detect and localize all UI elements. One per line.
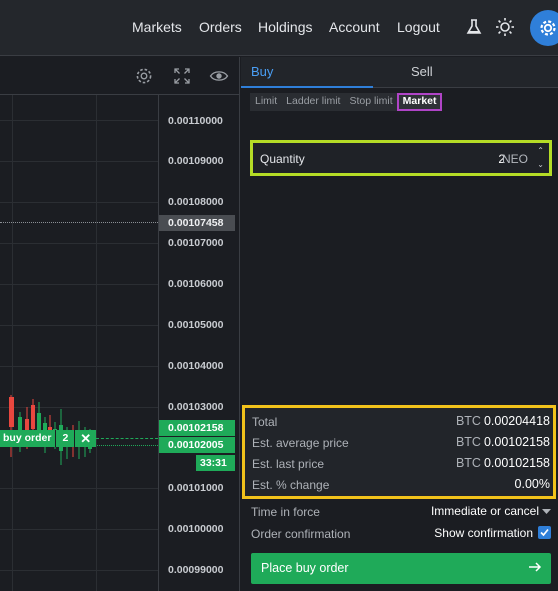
order-summary: Total BTC 0.00204418 Est. average price B…	[242, 405, 556, 499]
place-order-label: Place buy order	[261, 561, 349, 575]
y-tick-label: 0.00109000	[168, 155, 224, 167]
price-axis-divider	[158, 95, 159, 591]
summary-row-change: Est. % change 0.00%	[252, 475, 550, 495]
candle-countdown: 33:31	[196, 455, 235, 471]
summary-label: Est. % change	[252, 478, 330, 492]
grid-line	[0, 243, 158, 244]
buy-order-label[interactable]: buy order 2 ✕	[0, 430, 97, 447]
currency-code: BTC	[455, 414, 481, 428]
order-type-tabs: Limit Ladder limit Stop limit Market	[250, 93, 442, 111]
grid-line	[0, 284, 158, 285]
y-tick-label: 0.00101000	[168, 482, 224, 494]
summary-value: 0.00%	[515, 477, 550, 491]
y-tick-label: 0.00107000	[168, 237, 224, 249]
top-navigation: Markets Orders Holdings Account Logout	[0, 0, 558, 56]
y-tick-label: 0.00099000	[168, 564, 224, 576]
show-confirmation-checkbox[interactable]	[538, 526, 551, 539]
price-tag-current: 0.00102005	[159, 437, 235, 453]
tab-buy[interactable]: Buy	[241, 57, 373, 88]
time-in-force-select[interactable]: Immediate or cancel	[431, 504, 539, 518]
grid-line	[0, 202, 158, 203]
summary-value: BTC 0.00102158	[456, 435, 550, 449]
y-tick-label: 0.00103000	[168, 401, 224, 413]
show-confirmation-label[interactable]: Show confirmation	[434, 526, 533, 540]
y-tick-label: 0.00110000	[168, 115, 223, 127]
amount: 0.00102158	[483, 435, 550, 449]
caret-down-icon[interactable]	[542, 509, 551, 515]
check-icon	[540, 528, 549, 537]
order-confirmation-label: Order confirmation	[251, 527, 351, 541]
order-label-qty: 2	[62, 432, 69, 444]
quantity-label: Quantity	[260, 152, 305, 166]
nav-logout[interactable]: Logout	[397, 19, 440, 35]
summary-row-last-price: Est. last price BTC 0.00102158	[252, 454, 550, 474]
close-icon[interactable]: ✕	[75, 430, 96, 447]
grid-line	[0, 366, 158, 367]
time-in-force-row: Time in force Immediate or cancel	[251, 503, 551, 521]
grid-line	[0, 529, 158, 530]
tab-stop-limit[interactable]: Stop limit	[344, 93, 396, 111]
grid-line	[0, 161, 158, 162]
flask-icon[interactable]	[463, 16, 485, 38]
summary-value: BTC 0.00204418	[456, 414, 550, 428]
grid-line	[96, 95, 97, 591]
currency-code: BTC	[455, 456, 481, 470]
arrow-right-icon	[529, 562, 542, 572]
chevron-up-icon[interactable]: ⌃	[537, 146, 544, 155]
summary-value: BTC 0.00102158	[456, 456, 550, 470]
y-tick-label: 0.00104000	[168, 360, 224, 372]
currency-code: BTC	[455, 435, 481, 449]
tab-limit[interactable]: Limit	[250, 93, 281, 111]
y-tick-label: 0.00100000	[168, 523, 224, 535]
nav-orders[interactable]: Orders	[199, 19, 242, 35]
nav-account[interactable]: Account	[329, 19, 380, 35]
place-buy-order-button[interactable]: Place buy order	[251, 553, 551, 584]
settings-gear-button[interactable]	[530, 10, 558, 46]
last-price-line	[0, 222, 158, 223]
price-tag-order: 0.00102158	[159, 420, 235, 436]
grid-line	[0, 120, 158, 121]
time-in-force-label: Time in force	[251, 505, 320, 519]
tab-market[interactable]: Market	[396, 93, 442, 111]
y-tick-label: 0.00108000	[168, 196, 224, 208]
buy-order-line	[96, 438, 158, 439]
chart-toolbar	[0, 57, 239, 95]
y-tick-label: 0.00105000	[168, 319, 224, 331]
grid-line	[0, 325, 158, 326]
gear-icon	[540, 20, 556, 36]
tab-ladder-limit[interactable]: Ladder limit	[281, 93, 344, 111]
price-chart[interactable]: 0.00110000 0.00109000 0.00108000 0.00107…	[0, 57, 240, 591]
grid-line	[0, 570, 158, 571]
nav-holdings[interactable]: Holdings	[258, 19, 312, 35]
summary-label: Est. last price	[252, 457, 325, 471]
eye-icon[interactable]	[209, 66, 229, 86]
quantity-field[interactable]: Quantity 2 NEO ⌃ ⌄	[250, 140, 552, 176]
sun-icon[interactable]	[494, 16, 516, 38]
chart-settings-icon[interactable]	[134, 66, 154, 86]
tab-sell[interactable]: Sell	[373, 57, 558, 88]
quantity-unit: NEO	[501, 152, 528, 166]
fullscreen-icon[interactable]	[172, 66, 192, 86]
summary-label: Est. average price	[252, 436, 349, 450]
amount: 0.00%	[514, 477, 550, 491]
order-label-text: buy order	[3, 432, 52, 444]
y-tick-label: 0.00106000	[168, 278, 224, 290]
last-price-tag: 0.00107458	[159, 215, 235, 231]
amount: 0.00204418	[483, 414, 550, 428]
nav-markets[interactable]: Markets	[132, 19, 182, 35]
amount: 0.00102158	[483, 456, 550, 470]
order-confirmation-row: Order confirmation Show confirmation	[251, 525, 551, 543]
grid-line	[12, 95, 13, 591]
grid-line	[0, 488, 158, 489]
summary-label: Total	[252, 415, 278, 429]
summary-row-total: Total BTC 0.00204418	[252, 412, 550, 432]
summary-row-avg-price: Est. average price BTC 0.00102158	[252, 433, 550, 453]
chevron-down-icon[interactable]: ⌄	[537, 160, 544, 169]
order-panel: Buy Sell Limit Ladder limit Stop limit M…	[241, 57, 558, 591]
